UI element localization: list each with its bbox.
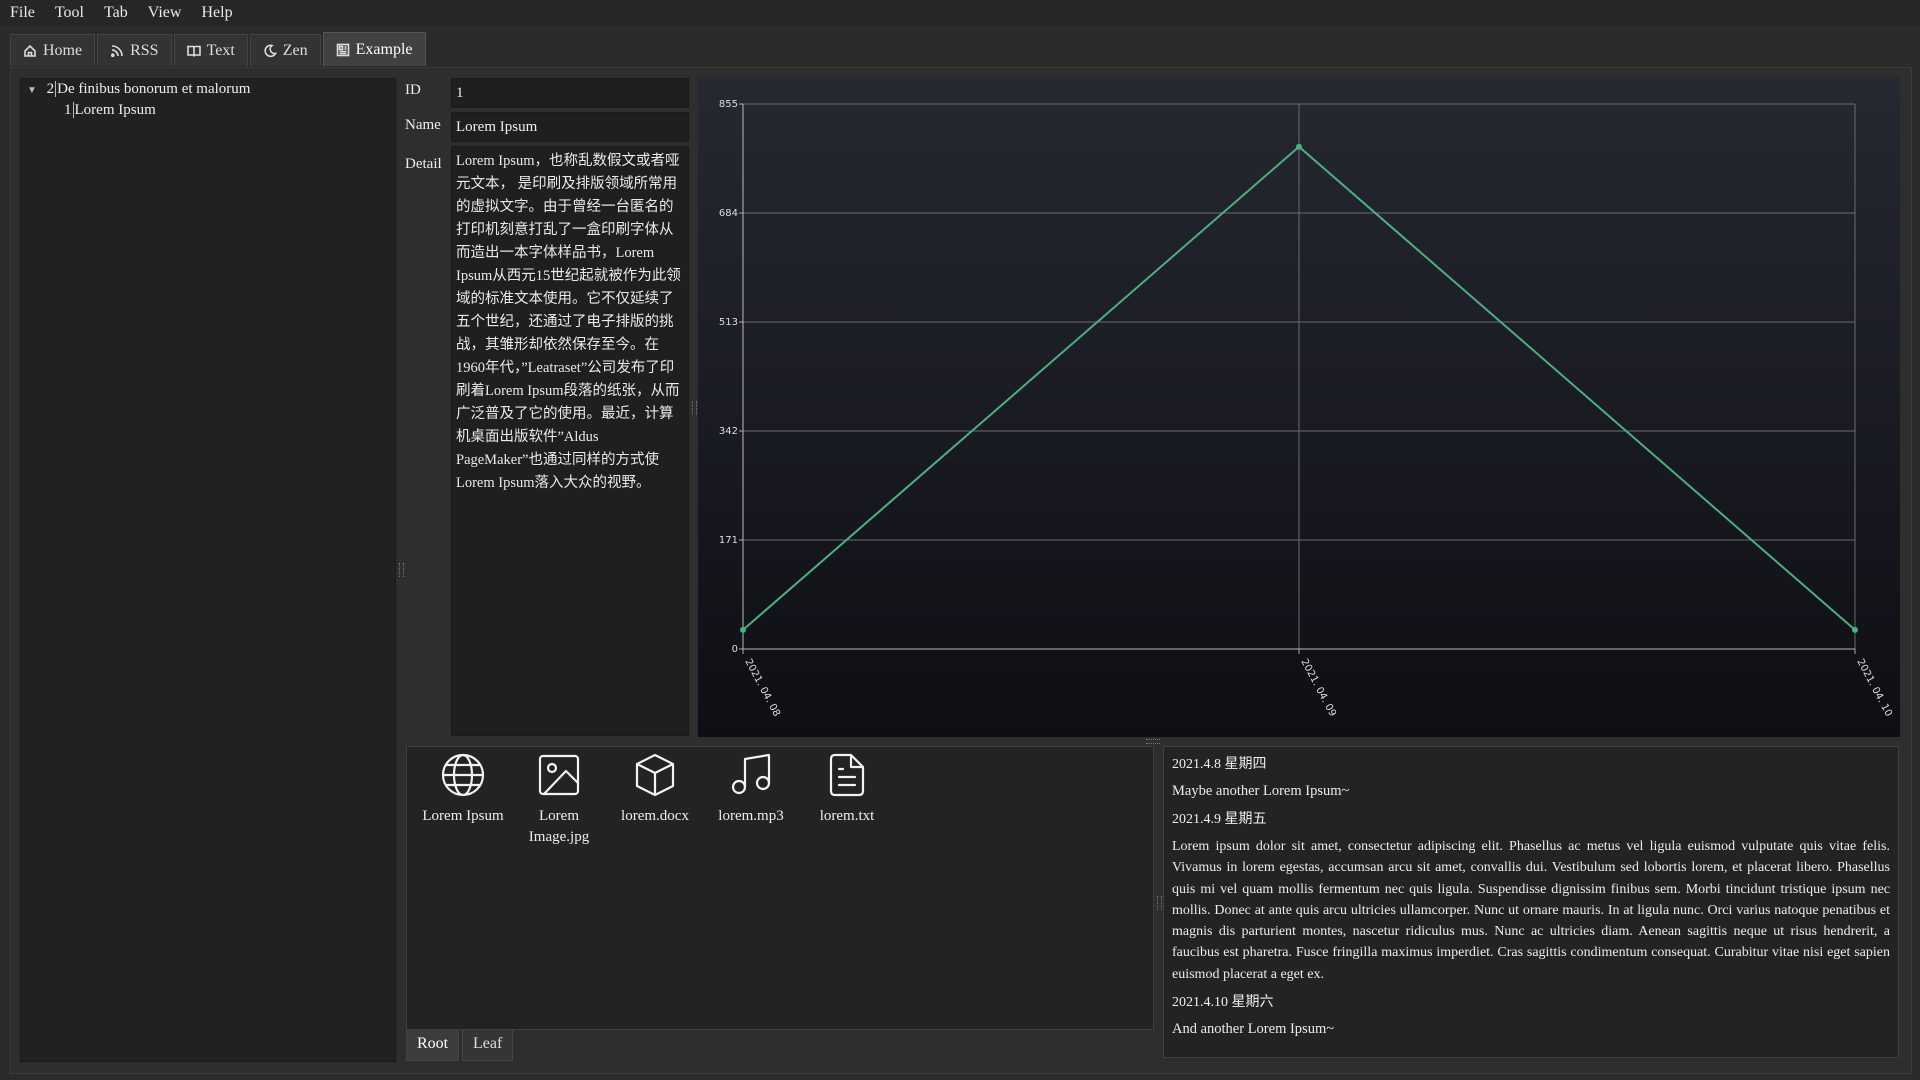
splitter-handle-left[interactable] (399, 563, 404, 577)
tree-item-child[interactable]: 1 Lorem Ipsum (64, 102, 156, 119)
name-label: Name (405, 117, 441, 133)
tab-zen-label: Zen (282, 41, 308, 59)
tab-rss-label: RSS (130, 41, 159, 59)
globe-icon (441, 753, 485, 797)
menu-view[interactable]: View (138, 4, 192, 22)
file-item[interactable]: lorem.mp3 (703, 751, 799, 827)
menu-tool[interactable]: Tool (45, 4, 94, 22)
tab-home-label: Home (43, 41, 83, 59)
file-item[interactable]: Lorem Ipsum (415, 751, 511, 827)
splitter-handle-bottom[interactable] (1157, 896, 1162, 910)
data-point (1296, 143, 1302, 150)
log-date: 2021.4.10 星期六 (1172, 995, 1274, 1011)
file-item[interactable]: Lorem Image.jpg (511, 751, 607, 848)
detail-label: Detail (405, 156, 442, 172)
file-item[interactable]: lorem.docx (607, 751, 703, 827)
file-label: lorem.docx (621, 808, 689, 824)
line-chart-svg: 0 171 342 513 684 855 2021. 04. 08 2021. 04. 09… (719, 99, 1894, 719)
tab-home[interactable]: Home (10, 34, 96, 66)
tab-text[interactable]: Text (173, 34, 248, 66)
file-label: lorem.mp3 (718, 808, 784, 824)
newspaper-icon (336, 43, 349, 56)
log-entry: Maybe another Lorem Ipsum~ (1172, 783, 1350, 799)
moon-icon (264, 44, 277, 57)
splitter-handle-middle[interactable] (1146, 739, 1160, 744)
rss-icon (111, 44, 123, 57)
x-tick-label: 2021. 04. 08 (742, 657, 782, 718)
log-date: 2021.4.8 星期四 (1172, 757, 1267, 772)
tab-example-label: Example (355, 40, 413, 58)
tree-item-child-number: 1 (64, 102, 72, 118)
data-point (1852, 626, 1858, 633)
file-label: Lorem Ipsum (422, 808, 504, 824)
menu-file[interactable]: File (0, 4, 45, 22)
name-field[interactable]: Lorem Ipsum (451, 112, 689, 142)
id-field[interactable]: 1 (451, 78, 689, 108)
tab-text-label: Text (206, 41, 235, 59)
tab-rss[interactable]: RSS (97, 34, 172, 66)
log-entry: Lorem ipsum dolor sit amet, consectetur … (1172, 839, 1890, 982)
data-point (740, 626, 746, 633)
menu-help[interactable]: Help (191, 4, 242, 22)
tree-view[interactable]: ▼ 2 De finibus bonorum et malorum 1 Lorem … (20, 78, 396, 1062)
log-panel[interactable]: 2021.4.8 星期四 Maybe another Lorem Ipsum~ … (1163, 746, 1899, 1058)
x-tick-label: 2021. 04. 10 (1854, 657, 1894, 718)
home-icon (24, 44, 36, 57)
tree-item-root-label: De finibus bonorum et malorum (57, 81, 251, 97)
detail-text: Lorem Ipsum，也称乱数假文或者哑元文本， 是印刷及排版领域所常用的虚拟… (456, 153, 681, 491)
file-label: Lorem Image.jpg (528, 808, 590, 845)
tree-item-root[interactable]: ▼ 2 De finibus bonorum et malorum (27, 81, 250, 98)
file-list[interactable]: Lorem Ipsum Lorem Image.jpg lorem.docx l… (406, 746, 1154, 1030)
y-tick-label: 855 (719, 99, 738, 110)
book-icon (186, 45, 201, 57)
y-tick-label: 342 (719, 426, 738, 437)
y-tick-label: 684 (719, 208, 738, 219)
line-chart: 0 171 342 513 684 855 2021. 04. 08 2021. 04. 09… (698, 77, 1900, 737)
music-icon (731, 753, 771, 795)
file-text-icon (829, 753, 865, 797)
id-label: ID (405, 82, 421, 98)
file-label: lorem.txt (819, 808, 875, 824)
menu-bar: File Tool Tab View Help (0, 0, 1920, 26)
tab-zen[interactable]: Zen (249, 34, 321, 66)
log-date: 2021.4.9 星期五 (1172, 812, 1267, 827)
y-tick-label: 513 (719, 317, 738, 328)
tab-bar: Home RSS Text Zen Example (10, 32, 428, 66)
file-item[interactable]: lorem.txt (799, 751, 895, 827)
log-entry: And another Lorem Ipsum~ (1172, 1021, 1335, 1038)
tree-item-root-number: 2 (46, 81, 55, 97)
x-tick-label: 2021. 04. 09 (1298, 657, 1338, 718)
tab-leaf[interactable]: Leaf (462, 1030, 514, 1061)
y-tick-label: 171 (719, 535, 738, 546)
tab-example[interactable]: Example (322, 32, 426, 66)
tree-item-child-label: Lorem Ipsum (74, 102, 156, 118)
box-icon (635, 753, 675, 797)
tab-root[interactable]: Root (406, 1030, 460, 1061)
expand-arrow-icon[interactable]: ▼ (27, 85, 37, 96)
image-icon (538, 754, 580, 796)
y-tick-label: 0 (732, 644, 738, 655)
splitter-handle-form[interactable] (692, 401, 697, 415)
menu-tab[interactable]: Tab (94, 4, 138, 22)
